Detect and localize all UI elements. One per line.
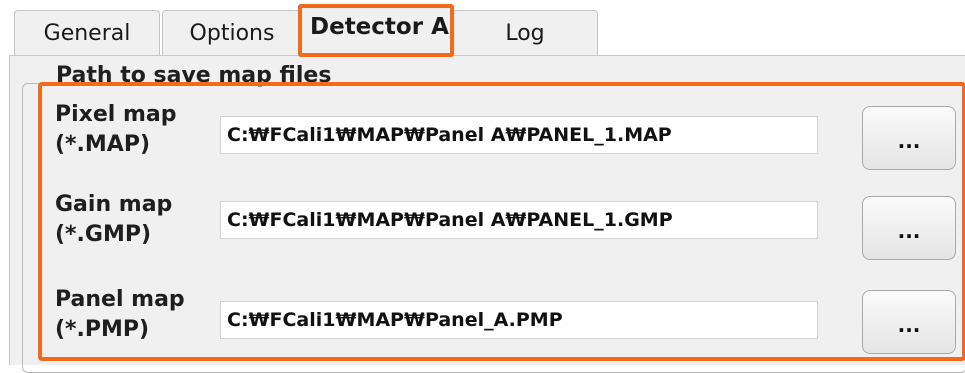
groupbox-title: Path to save map files [52, 64, 336, 88]
tab-bar: General Options Log Detector A [0, 0, 965, 57]
gain-map-browse-button[interactable]: ... [862, 196, 956, 260]
tab-general[interactable]: General [14, 10, 160, 56]
panel-map-path-field[interactable]: C:₩FCali1₩MAP₩Panel_A.PMP [220, 301, 818, 339]
gain-map-path-field[interactable]: C:₩FCali1₩MAP₩Panel A₩PANEL_1.GMP [220, 201, 818, 239]
tab-detector-a[interactable]: Detector A [298, 4, 454, 57]
pixel-map-browse-button[interactable]: ... [862, 106, 956, 170]
pixel-map-path-field[interactable]: C:₩FCali1₩MAP₩Panel A₩PANEL_1.MAP [220, 116, 818, 154]
tab-log[interactable]: Log [452, 10, 598, 56]
gain-map-label: Gain map (*.GMP) [55, 192, 173, 247]
tab-options[interactable]: Options [162, 10, 302, 56]
panel-map-label: Panel map (*.PMP) [55, 287, 185, 342]
pixel-map-label: Pixel map (*.MAP) [55, 102, 177, 157]
panel-map-browse-button[interactable]: ... [862, 290, 956, 354]
